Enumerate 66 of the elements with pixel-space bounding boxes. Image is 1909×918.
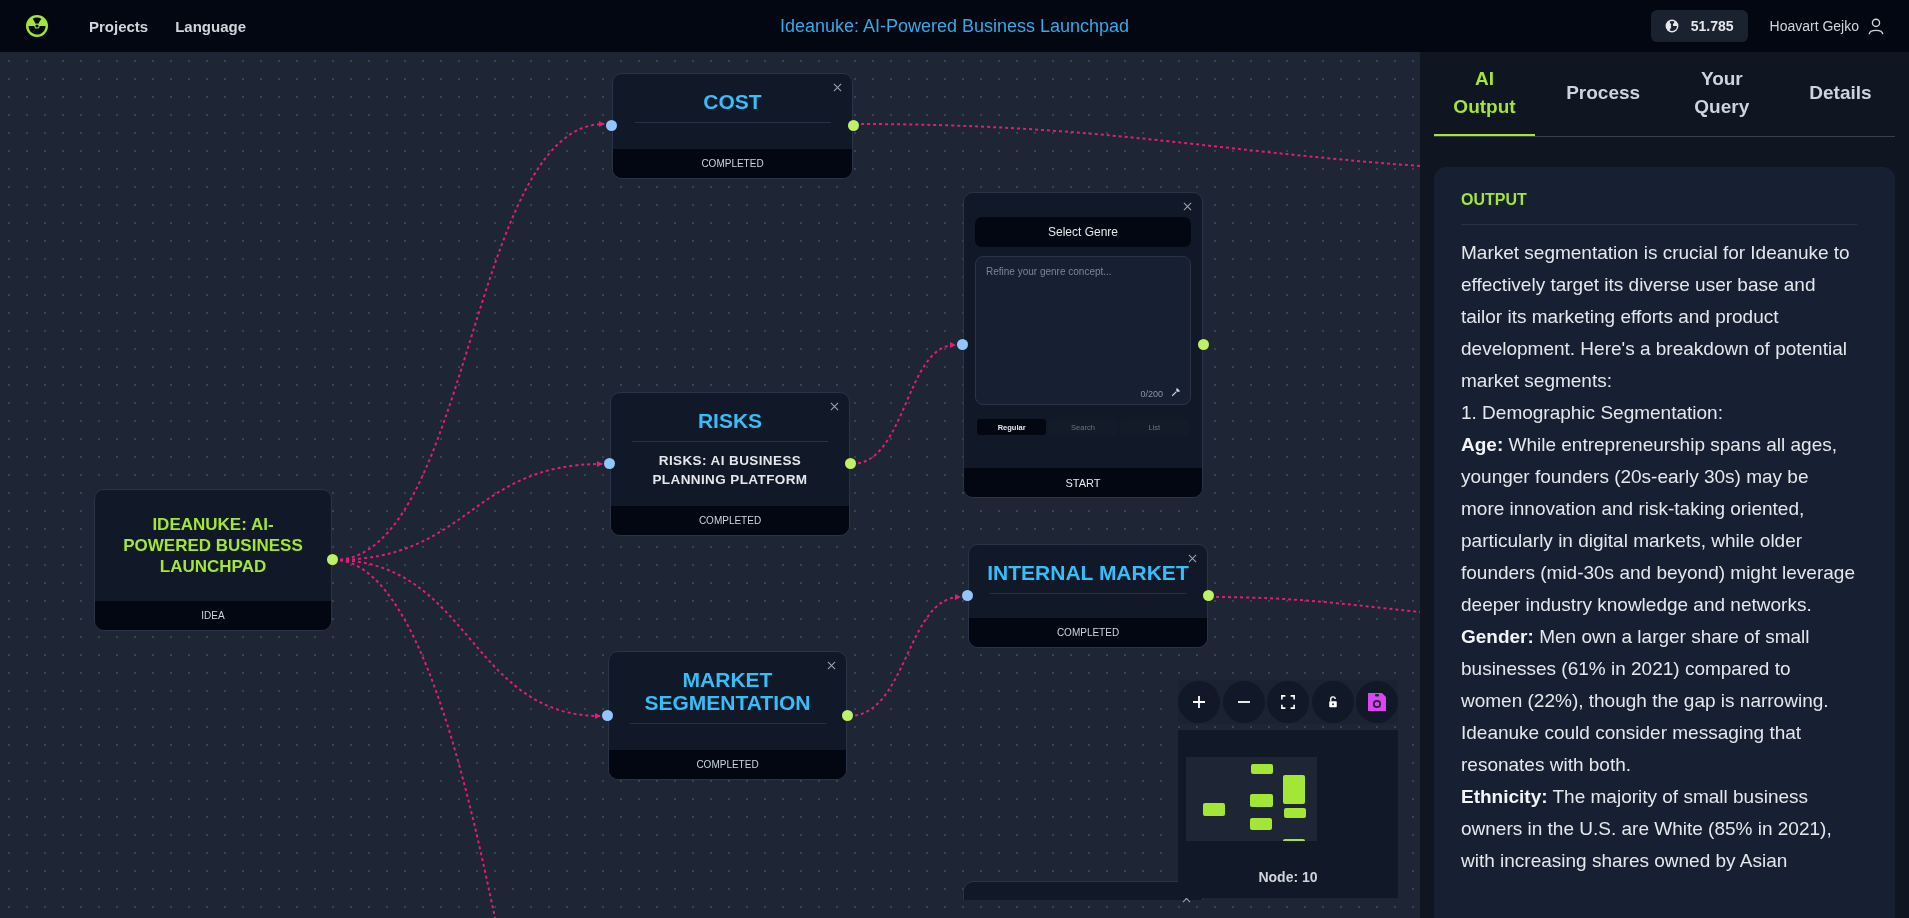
panel-tab[interactable]: Process xyxy=(1552,52,1654,136)
node-status: COMPLETED xyxy=(969,618,1207,647)
input-handle[interactable] xyxy=(602,709,613,721)
character-counter: 0/200 xyxy=(1140,389,1163,399)
unlocked-lock-icon xyxy=(1326,696,1339,708)
output-paragraph: Ethnicity: The majority of small business owners in the U.S. are White (85% in 2021), with increasing shares owned by Asian xyxy=(1461,785,1833,873)
output-handle[interactable] xyxy=(845,458,856,469)
node-status: IDEA xyxy=(95,601,331,630)
user-name[interactable]: Hoavart Gejko xyxy=(1769,18,1859,34)
node-card[interactable]: COST COMPLETED xyxy=(612,73,853,179)
output-handle[interactable] xyxy=(848,120,859,131)
output-paragraph: Gender: Men own a larger share of small businesses (61% in 2021) compared to women (22%), though the gap is narrowing. Ideanuke could consider messaging that resonates with both. xyxy=(1461,625,1830,777)
output-paragraph: 1. Demographic Segmentation: xyxy=(1461,401,1724,425)
node-title: INTERNAL MARKET xyxy=(987,561,1189,585)
start-button[interactable]: START xyxy=(964,468,1202,497)
node-title: RISKS xyxy=(697,409,763,433)
panel-tab[interactable]: AI Output xyxy=(1434,52,1535,136)
close-icon[interactable] xyxy=(827,661,836,670)
zoom-in-button[interactable] xyxy=(1178,681,1220,723)
panel-tab[interactable]: Details xyxy=(1789,52,1891,136)
node-card[interactable]: RISKS RISKS: AI BUSINESS PLANNING PLATFORM COMPLETED xyxy=(610,392,850,536)
radiation-logo-icon[interactable] xyxy=(25,14,49,38)
node-subtitle: RISKS: AI BUSINESS PLANNING PLATFORM xyxy=(651,452,809,489)
node-title: MARKET SEGMENTATION xyxy=(643,668,812,715)
node-status: COMPLETED xyxy=(613,149,852,178)
select-genre-button[interactable]: Select Genre xyxy=(975,217,1191,247)
close-icon[interactable] xyxy=(1183,202,1192,211)
radiation-icon xyxy=(1664,19,1679,33)
input-handle[interactable] xyxy=(604,458,615,469)
node-card[interactable]: INTERNAL MARKET COMPLETED xyxy=(968,544,1208,648)
input-handle[interactable] xyxy=(962,590,973,601)
node-card[interactable]: MARKET SEGMENTATION COMPLETED xyxy=(608,651,847,780)
output-handle[interactable] xyxy=(842,709,853,721)
lock-button[interactable] xyxy=(1311,681,1354,723)
plus-icon xyxy=(1191,694,1207,710)
panel-tab[interactable]: Your Query xyxy=(1671,52,1773,136)
node-status: COMPLETED xyxy=(609,750,846,779)
close-icon[interactable] xyxy=(830,402,839,411)
input-handle[interactable] xyxy=(957,339,968,350)
minus-icon xyxy=(1237,701,1250,703)
output-handle[interactable] xyxy=(327,554,338,565)
node-card[interactable] xyxy=(963,881,1203,900)
section-heading: OUTPUT xyxy=(1461,191,1528,209)
app-title: Ideanuke: AI-Powered Business Launchpad xyxy=(779,15,1130,37)
close-icon[interactable] xyxy=(1188,554,1197,563)
output-handle[interactable] xyxy=(1198,339,1209,350)
user-icon[interactable] xyxy=(1867,17,1885,35)
microphone-icon[interactable] xyxy=(1171,387,1181,397)
output-paragraph: Market segmentation is crucial for Ideanuke to effectively target its diverse user base and tailor its marketing efforts and product development. Here's a breakdown of potential market segments: xyxy=(1461,241,1851,393)
output-handle[interactable] xyxy=(1203,590,1214,601)
output-paragraph: Age: While entrepreneurship spans all ages, younger founders (20s-early 30s) may be more innovation and risk-taking oriented, particularly in digital markets, while older founders (mid-30s and beyond) might leverage deeper industry knowledge and networks. xyxy=(1461,433,1856,617)
fit-view-button[interactable] xyxy=(1267,681,1309,723)
node-status: COMPLETED xyxy=(611,506,849,535)
node-title: IDEANUKE: AI-POWERED BUSINESS LAUNCHPAD xyxy=(122,513,304,578)
nav-link[interactable]: Language xyxy=(175,17,247,35)
input-handle[interactable] xyxy=(606,120,617,131)
node-count: Node: 10 xyxy=(1258,869,1318,885)
node-title: COST xyxy=(703,90,762,114)
minimap[interactable]: Node: 10 xyxy=(1178,730,1398,898)
node-card[interactable]: IDEANUKE: AI-POWERED BUSINESS LAUNCHPAD IDEA xyxy=(94,489,332,631)
save-button[interactable] xyxy=(1356,681,1398,723)
save-icon xyxy=(1367,692,1387,712)
credit-balance[interactable]: 51.785 xyxy=(1650,10,1748,42)
expand-icon xyxy=(1281,695,1295,709)
close-icon[interactable] xyxy=(833,83,842,92)
nav-link[interactable]: Projects xyxy=(89,17,149,35)
